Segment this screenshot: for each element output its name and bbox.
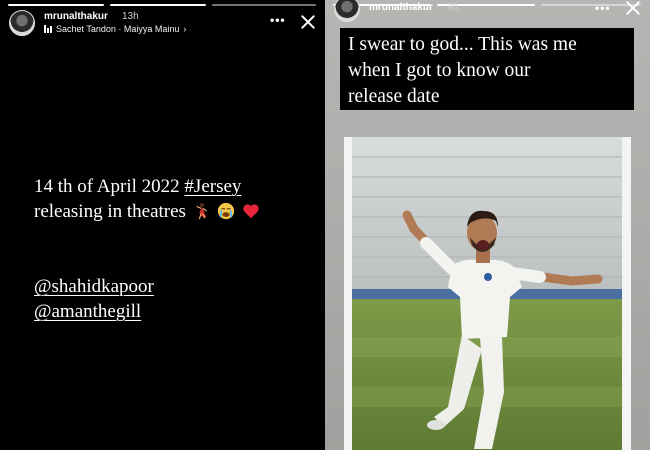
story-time: 9h — [447, 2, 459, 13]
mention-shahid[interactable]: @shahidkapoor — [34, 274, 324, 299]
crying-face-emoji — [218, 202, 235, 220]
caption-line: release date — [348, 86, 440, 107]
dancer-emoji — [196, 203, 207, 220]
cricketer-celebrating-photo — [352, 137, 622, 450]
date-text: 14 th of April 2022 — [34, 176, 185, 197]
music-attribution[interactable]: Sachet Tandon · Maiyya Mainu › — [44, 24, 186, 34]
music-bars-icon — [44, 25, 52, 33]
caption-line: I swear to god... This was me — [348, 34, 577, 55]
caption-box: I swear to god... This was me when I got… — [340, 28, 634, 110]
mention-link[interactable]: @shahidkapoor — [34, 276, 154, 297]
music-label: Sachet Tandon · Maiyya Mainu — [56, 24, 180, 34]
story-text: 14 th of April 2022 #Jersey releasing in… — [34, 174, 324, 324]
release-text: releasing in theatres — [34, 201, 186, 222]
story-username[interactable]: mrunalthakur — [44, 11, 108, 22]
progress-segment — [8, 4, 104, 6]
progress-segment — [110, 4, 206, 6]
photo-illustration — [352, 137, 622, 450]
caption-line: when I got to know our — [348, 60, 531, 81]
more-dots-icon[interactable]: ••• — [595, 1, 611, 15]
story-username[interactable]: mrunalthakur — [369, 2, 433, 13]
close-icon[interactable] — [625, 0, 641, 16]
avatar[interactable] — [334, 0, 360, 22]
text-line-release: releasing in theatres — [34, 199, 324, 224]
mention-link[interactable]: @amanthegill — [34, 301, 141, 322]
avatar[interactable] — [9, 10, 35, 36]
story-time: 13h — [122, 11, 139, 22]
hashtag-link[interactable]: #Jersey — [184, 176, 241, 197]
progress-segment — [212, 4, 316, 6]
more-dots-icon[interactable]: ••• — [270, 13, 286, 27]
text-line-date: 14 th of April 2022 #Jersey — [34, 174, 324, 199]
close-icon[interactable] — [300, 14, 316, 30]
chevron-right-icon: › — [183, 24, 187, 34]
story-left[interactable]: mrunalthakur 13h Sachet Tandon · Maiyya … — [0, 0, 325, 450]
mention-aman[interactable]: @amanthegill — [34, 299, 324, 324]
red-heart-emoji — [243, 204, 259, 219]
